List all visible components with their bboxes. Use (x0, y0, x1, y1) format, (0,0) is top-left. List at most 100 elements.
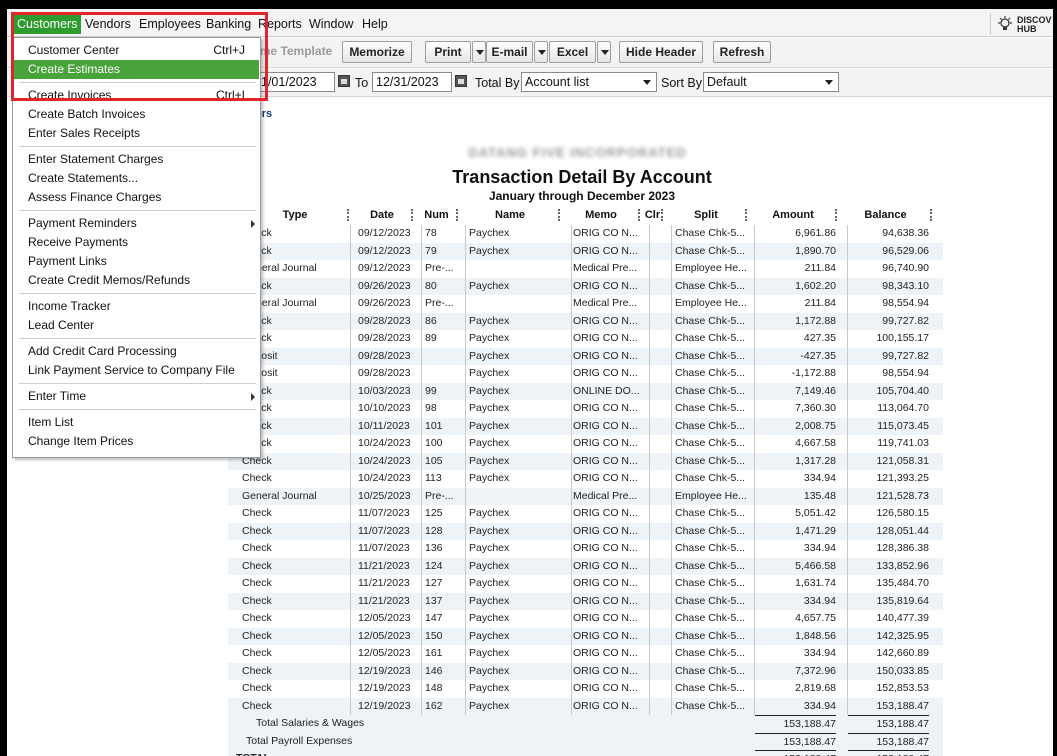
table-row[interactable]: Check 12/19/2023 148 Paychex ORIG CO N... Cha… (228, 680, 943, 698)
table-row[interactable]: Check 12/19/2023 146 Paychex ORIG CO N... Cha… (228, 662, 943, 680)
column-divider (571, 225, 572, 243)
menu-item-payment-reminders[interactable]: Payment Reminders (14, 214, 259, 233)
column-resize-handle[interactable] (745, 209, 747, 221)
cell-name: Paychex (469, 542, 510, 554)
column-header-memo[interactable]: Memo (561, 207, 641, 223)
menu-item-create-credit-memos-refunds[interactable]: Create Credit Memos/Refunds (14, 271, 259, 290)
column-divider (847, 260, 848, 278)
table-row[interactable]: Check 11/21/2023 137 Paychex ORIG CO N... Cha… (228, 592, 943, 610)
column-divider (421, 470, 422, 488)
table-row[interactable]: Check10/10/202398PaychexORIG CO N...Chas… (228, 400, 943, 418)
print-button[interactable]: Print (425, 41, 471, 63)
menu-item-link-payment-service-to-company-file[interactable]: Link Payment Service to Company File (14, 361, 259, 380)
table-row[interactable]: Check10/11/2023101PaychexORIG CO N...Cha… (228, 417, 943, 435)
cell-memo: Medical Pre... (573, 297, 638, 309)
discover-hub-button[interactable]: DISCOV HUB (990, 13, 1053, 35)
table-row[interactable]: Check 12/05/2023 150 Paychex ORIG CO N... Cha… (228, 627, 943, 645)
to-date-field[interactable]: 12/31/2023 (372, 72, 452, 92)
menu-item-assess-finance-charges[interactable]: Assess Finance Charges (14, 188, 259, 207)
table-row[interactable]: Check09/26/202380PaychexORIG CO N...Chas… (228, 277, 943, 295)
column-resize-handle[interactable] (558, 209, 560, 221)
cell-balance: 99,727.82 (882, 349, 929, 362)
cell-balance: 126,580.15 (876, 507, 929, 519)
calendar-icon[interactable] (338, 75, 350, 87)
table-row[interactable]: General Journal 10/25/2023 Pre-... Medical … (228, 487, 943, 505)
table-row[interactable]: Check 11/07/2023 128 Paychex ORIG CO N... Cha… (228, 522, 943, 540)
sort-by-select[interactable]: Default (703, 72, 839, 92)
menu-item-payment-links[interactable]: Payment Links (14, 252, 259, 271)
column-divider (847, 697, 848, 715)
hide-header-button[interactable]: Hide Header (619, 41, 703, 63)
column-resize-handle[interactable] (638, 209, 640, 221)
menu-item-item-list[interactable]: Item List (14, 413, 259, 432)
column-header-num[interactable]: Num (414, 207, 459, 223)
menu-window[interactable]: Window (309, 15, 353, 33)
memorize-button[interactable]: Memorize (342, 41, 412, 63)
total-by-select[interactable]: Account list (521, 72, 657, 92)
menu-item-enter-sales-receipts[interactable]: Enter Sales Receipts (14, 124, 259, 143)
table-row[interactable]: Check09/12/202379PaychexORIG CO N...Chas… (228, 242, 943, 260)
column-divider (350, 260, 351, 278)
menu-item-receive-payments[interactable]: Receive Payments (14, 233, 259, 252)
calendar-icon[interactable] (455, 75, 467, 87)
table-row[interactable]: Deposit09/28/2023PaychexORIG CO N...Chas… (228, 347, 943, 365)
column-header-balance[interactable]: Balance (838, 207, 933, 223)
menu-item-change-item-prices[interactable]: Change Item Prices (14, 432, 259, 451)
table-row[interactable]: Check09/28/202386PaychexORIG CO N...Chas… (228, 312, 943, 330)
column-divider (465, 680, 466, 698)
column-divider (421, 242, 422, 260)
column-resize-handle[interactable] (930, 209, 932, 221)
table-row[interactable]: Check 10/24/2023 105 Paychex ORIG CO N... Cha… (228, 452, 943, 470)
column-resize-handle[interactable] (456, 209, 458, 221)
menu-item-label: Item List (28, 415, 74, 429)
print-dropdown[interactable] (472, 41, 486, 63)
cell-date: 11/21/2023 (358, 594, 410, 607)
column-header-name[interactable]: Name (459, 207, 561, 223)
menu-item-add-credit-card-processing[interactable]: Add Credit Card Processing (14, 342, 259, 361)
menu-item-income-tracker[interactable]: Income Tracker (14, 297, 259, 316)
cell-memo: ORIG CO N... (573, 472, 638, 484)
column-header-date[interactable]: Date (350, 207, 414, 223)
menu-help[interactable]: Help (362, 15, 388, 33)
excel-button[interactable]: Excel (549, 41, 596, 63)
cell-amount: 7,360.30 (795, 402, 836, 414)
menu-item-enter-statement-charges[interactable]: Enter Statement Charges (14, 150, 259, 169)
column-resize-handle[interactable] (661, 209, 663, 221)
column-header-amount[interactable]: Amount (748, 207, 838, 223)
column-resize-handle[interactable] (411, 209, 413, 221)
refresh-button[interactable]: Refresh (713, 41, 771, 63)
cell-num: 80 (425, 279, 437, 292)
table-row[interactable]: Deposit09/28/2023PaychexORIG CO N...Chas… (228, 365, 943, 383)
menu-item-lead-center[interactable]: Lead Center (14, 316, 259, 335)
table-row[interactable]: Check09/28/202389PaychexORIG CO N...Chas… (228, 330, 943, 348)
column-divider (671, 680, 672, 698)
table-row[interactable]: Check 12/05/2023 147 Paychex ORIG CO N... Cha… (228, 610, 943, 628)
table-row[interactable]: Check10/03/202399PaychexONLINE DO...Chas… (228, 382, 943, 400)
table-row[interactable]: General Journal 09/26/2023 Pre-... Medical … (228, 295, 943, 313)
menu-item-enter-time[interactable]: Enter Time (14, 387, 259, 406)
from-date-field[interactable]: 1/01/2023 (257, 72, 335, 92)
excel-dropdown[interactable] (597, 41, 611, 63)
email-button[interactable]: E-mail (486, 41, 533, 63)
table-row[interactable]: Check 11/21/2023 127 Paychex ORIG CO N... Cha… (228, 575, 943, 593)
quickbooks-window: Customers Vendors Employees Banking Repo… (7, 9, 1053, 756)
menu-item-create-statements[interactable]: Create Statements... (14, 169, 259, 188)
table-row[interactable]: Check 12/19/2023 162 Paychex ORIG CO N... Cha… (228, 697, 943, 715)
cell-memo: ORIG CO N... (573, 244, 638, 257)
customize-template-button[interactable]: me Template (257, 41, 335, 63)
table-row[interactable]: Check 12/05/2023 161 Paychex ORIG CO N... Cha… (228, 645, 943, 663)
column-divider (571, 505, 572, 523)
email-dropdown[interactable] (534, 41, 548, 63)
column-header-split[interactable]: Split (664, 207, 748, 223)
table-row[interactable]: General Journal 09/12/2023 Pre-... Medical … (228, 260, 943, 278)
table-row[interactable]: Check 10/24/2023 113 Paychex ORIG CO N... Cha… (228, 470, 943, 488)
table-row[interactable]: Check 11/07/2023 125 Paychex ORIG CO N... Cha… (228, 505, 943, 523)
table-row[interactable]: Check09/12/202378PaychexORIG CO N...Chas… (228, 225, 943, 243)
table-row[interactable]: Check10/24/2023100PaychexORIG CO N...Cha… (228, 435, 943, 453)
column-resize-handle[interactable] (347, 209, 349, 221)
table-row[interactable]: Check 11/07/2023 136 Paychex ORIG CO N... Cha… (228, 540, 943, 558)
table-row[interactable]: Check 11/21/2023 124 Paychex ORIG CO N... Cha… (228, 557, 943, 575)
cell-date: 11/21/2023 (358, 577, 410, 589)
menu-item-create-batch-invoices[interactable]: Create Batch Invoices (14, 105, 259, 124)
column-resize-handle[interactable] (835, 209, 837, 221)
